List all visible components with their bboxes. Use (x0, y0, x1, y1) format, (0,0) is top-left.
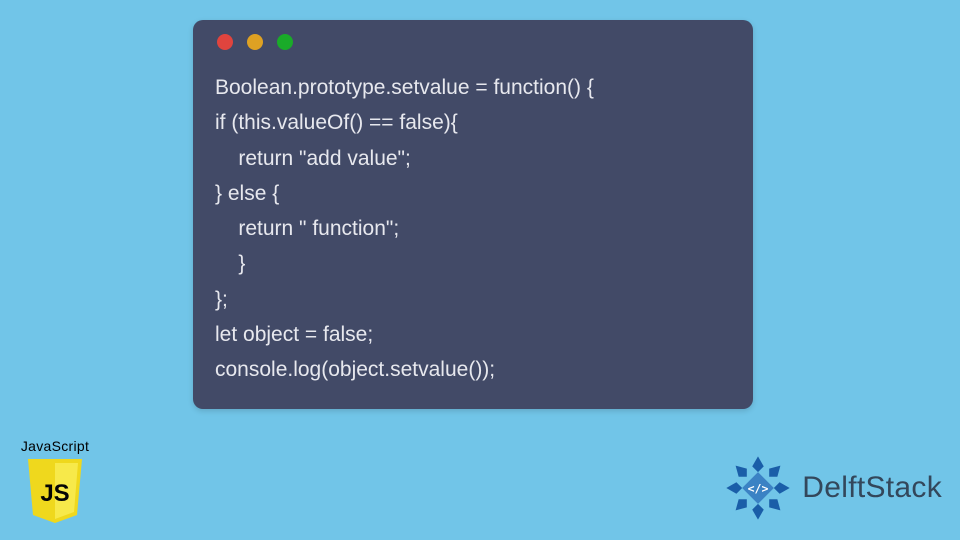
svg-text:</>: </> (748, 481, 769, 495)
javascript-label: JavaScript (10, 438, 100, 454)
code-window: Boolean.prototype.setvalue = function() … (193, 20, 753, 409)
zoom-icon (277, 34, 293, 50)
code-block: Boolean.prototype.setvalue = function() … (215, 70, 731, 387)
brand-logo-icon: </> (722, 452, 794, 524)
window-traffic-lights (217, 34, 731, 50)
javascript-shield-icon: JS (24, 457, 86, 525)
close-icon (217, 34, 233, 50)
javascript-badge: JavaScript JS (10, 438, 100, 530)
minimize-icon (247, 34, 263, 50)
brand-block: </> DelftStack (722, 452, 942, 524)
brand-name: DelftStack (802, 471, 942, 505)
javascript-shield-text: JS (40, 480, 69, 507)
